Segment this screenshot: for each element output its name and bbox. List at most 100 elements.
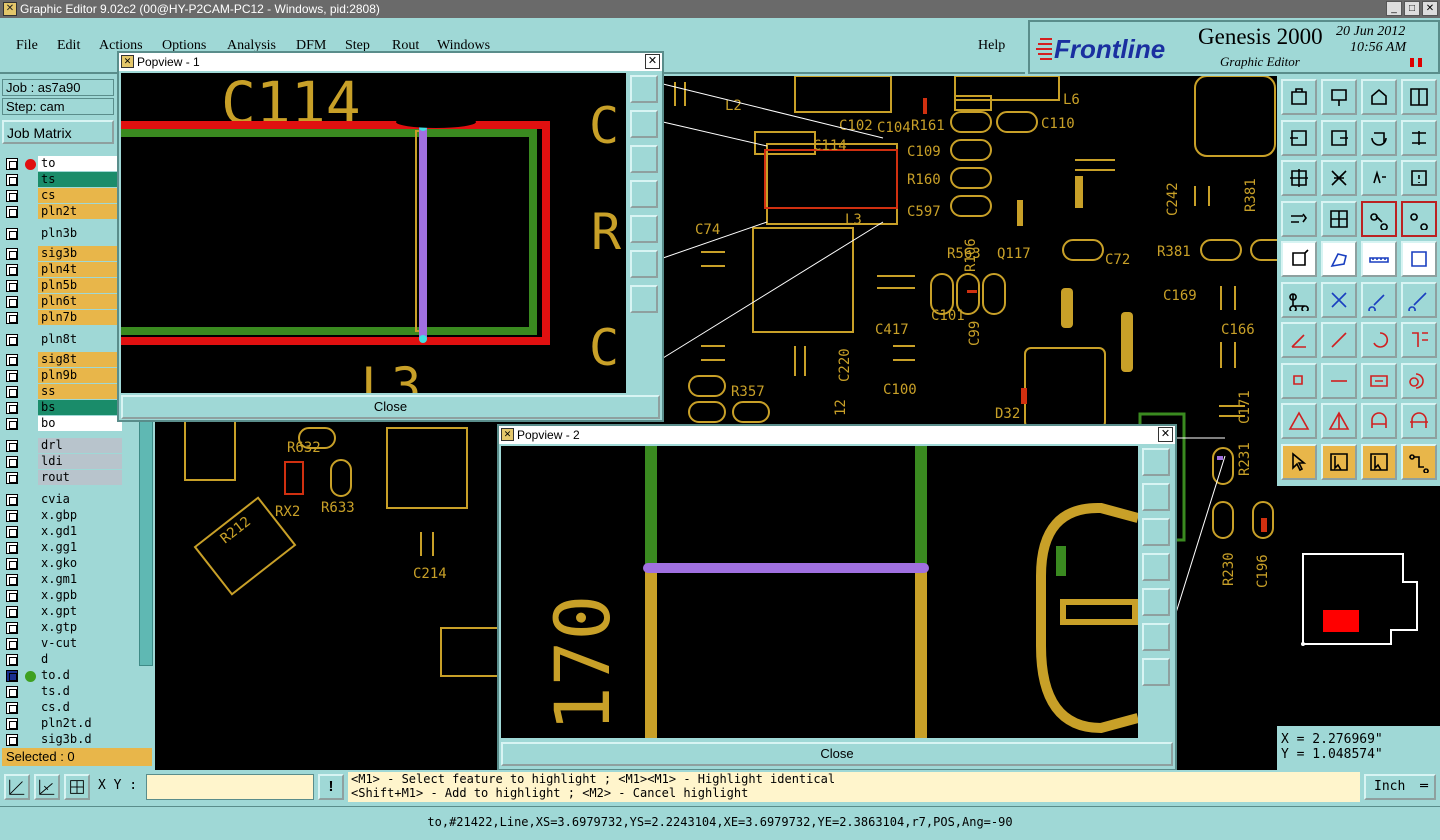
fit-tool-button[interactable] (1321, 160, 1357, 196)
layer-checkbox[interactable] (6, 622, 18, 634)
layer-label[interactable]: pln2t.d (38, 716, 122, 731)
layer-label[interactable]: ldi (38, 454, 122, 469)
connect-tool-button[interactable] (1361, 200, 1397, 237)
layer-checkbox[interactable] (6, 718, 18, 730)
layer-label[interactable]: sig8t (38, 352, 122, 367)
minimize-button[interactable]: _ (1386, 1, 1402, 16)
menu-file[interactable]: File (16, 38, 38, 54)
layer-checkbox[interactable] (6, 590, 18, 602)
layer-checkbox[interactable] (6, 280, 18, 292)
layer-label[interactable]: x.gtp (38, 620, 122, 635)
layer-checkbox[interactable] (6, 558, 18, 570)
popview-1-view[interactable]: C114 C R C L3 (121, 73, 626, 393)
popview-1-close-button[interactable]: Close (121, 395, 660, 419)
unit-select[interactable]: Inch ═ (1364, 774, 1436, 800)
layer-checkbox[interactable] (6, 670, 18, 682)
layer-checkbox[interactable] (6, 174, 18, 186)
feature-tool-button[interactable] (1281, 362, 1317, 399)
layer-label[interactable]: x.gko (38, 556, 122, 571)
layer-label[interactable]: x.gg1 (38, 540, 122, 555)
pv1-pan-left-button[interactable] (630, 180, 658, 208)
layer-checkbox[interactable] (6, 334, 18, 346)
line-pen-tool-button[interactable] (1321, 322, 1357, 358)
shape-tool-button[interactable] (1321, 241, 1357, 277)
layer-checkbox[interactable] (6, 264, 18, 276)
arc-point-tool-button[interactable] (1361, 281, 1397, 318)
grid-mode-button[interactable] (64, 774, 90, 800)
select-net-tool-button[interactable] (1401, 443, 1437, 480)
layer-checkbox[interactable] (6, 312, 18, 324)
pv1-zoom-home-button[interactable] (630, 75, 658, 103)
layer-label[interactable]: sig3b.d (38, 732, 122, 747)
snap-mode-button[interactable] (4, 774, 30, 800)
popview-1-close-icon[interactable]: ✕ (645, 54, 660, 69)
layer-label[interactable]: bs (38, 400, 122, 415)
layer-checkbox[interactable] (6, 418, 18, 430)
pv2-zoom-in-button[interactable] (1142, 623, 1170, 651)
layer-checkbox[interactable] (6, 510, 18, 522)
arc-tool-button[interactable] (1361, 322, 1397, 358)
layer-label[interactable]: sig3b (38, 246, 122, 261)
layer-checkbox[interactable] (6, 248, 18, 260)
layer-checkbox[interactable] (6, 542, 18, 554)
pv1-pan-up-button[interactable] (630, 110, 658, 138)
layer-label[interactable]: cs.d (38, 700, 122, 715)
popview-2-close-button[interactable]: Close (501, 742, 1173, 766)
layer-checkbox[interactable] (6, 638, 18, 650)
layer-label[interactable]: x.gbp (38, 508, 122, 523)
layer-checkbox[interactable] (6, 702, 18, 714)
pv2-pan-up-button[interactable] (1142, 483, 1170, 511)
layer-label[interactable]: x.gpb (38, 588, 122, 603)
layer-checkbox[interactable] (6, 654, 18, 666)
layer-label[interactable]: pln8t (38, 332, 122, 347)
arch-tool-button[interactable] (1361, 403, 1397, 439)
tools-tool-button[interactable] (1281, 200, 1317, 237)
layer-checkbox[interactable] (6, 494, 18, 506)
layer-label[interactable]: ts (38, 172, 122, 187)
move-left-tool-button[interactable] (1281, 119, 1317, 156)
board-minimap[interactable] (1277, 486, 1440, 726)
layer-checkbox[interactable] (6, 354, 18, 366)
pv1-pan-down-button[interactable] (630, 145, 658, 173)
warning-button[interactable]: ! (318, 774, 344, 800)
popview-2-close-icon[interactable]: ✕ (1158, 427, 1173, 442)
layer-label[interactable]: cvia (38, 492, 122, 507)
net-tool-button[interactable] (1281, 281, 1317, 318)
close-window-button[interactable]: ✕ (1422, 1, 1438, 16)
square-tool-button[interactable] (1401, 241, 1437, 277)
layer-label[interactable]: rout (38, 470, 122, 485)
layer-checkbox[interactable] (6, 606, 18, 618)
line-split-tool-button[interactable] (1321, 362, 1357, 399)
pv1-zoom-out-button[interactable] (630, 285, 658, 313)
move-right-tool-button[interactable] (1321, 119, 1357, 156)
layer-checkbox[interactable] (6, 296, 18, 308)
ruler-tool-button[interactable] (1361, 241, 1397, 277)
layer-label[interactable]: pln7b (38, 310, 122, 325)
layer-label[interactable]: d (38, 652, 122, 667)
layer-checkbox[interactable] (6, 190, 18, 202)
layer-label[interactable]: pln3b (38, 226, 122, 241)
display-tool-button[interactable] (1281, 79, 1317, 115)
home-tool-button[interactable] (1361, 79, 1397, 115)
mirror-tool-button[interactable] (1401, 119, 1437, 156)
layer-label[interactable]: x.gm1 (38, 572, 122, 587)
select-tool-button[interactable] (1281, 443, 1317, 480)
arc-pen-tool-button[interactable] (1401, 281, 1437, 318)
layer-label[interactable]: v-cut (38, 636, 122, 651)
pv1-pan-right-button[interactable] (630, 215, 658, 243)
layer-label[interactable]: x.gpt (38, 604, 122, 619)
film-tool-button[interactable] (1401, 322, 1437, 358)
layer-label[interactable]: ts.d (38, 684, 122, 699)
pv2-pan-down-button[interactable] (1142, 518, 1170, 546)
pv2-zoom-home-button[interactable] (1142, 448, 1170, 476)
pv2-zoom-out-button[interactable] (1142, 658, 1170, 686)
select-box-tool-button[interactable] (1321, 443, 1357, 480)
pad-tool-button[interactable] (1281, 241, 1317, 277)
drill-tool-button[interactable] (1401, 362, 1437, 399)
layer-checkbox[interactable] (6, 402, 18, 414)
menu-edit[interactable]: Edit (57, 38, 80, 54)
measure-mode-button[interactable] (34, 774, 60, 800)
xy-input[interactable] (146, 774, 314, 800)
disconnect-tool-button[interactable] (1401, 200, 1437, 237)
layer-label[interactable]: pln2t (38, 204, 122, 219)
